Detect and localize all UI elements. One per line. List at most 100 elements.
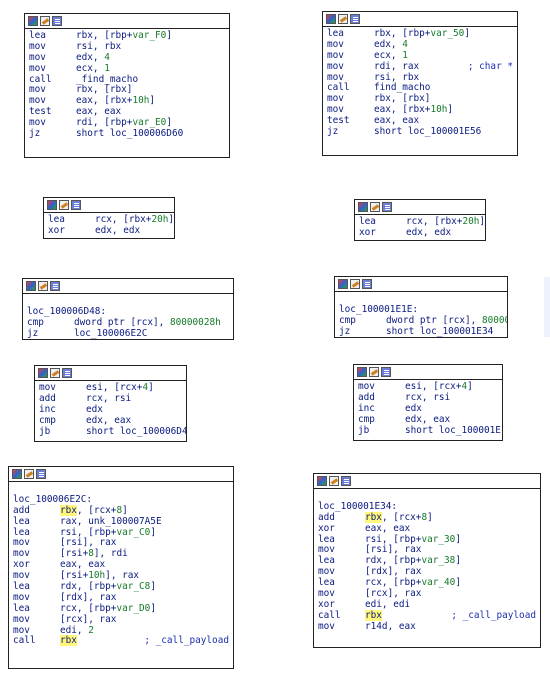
text-view-icon[interactable]	[350, 14, 360, 24]
node-header[interactable]	[314, 474, 540, 489]
code-block-r4[interactable]: mov esi, [rcx+4] add rcx, rsi inc edx cmp edx, …	[353, 364, 503, 441]
instruction-line[interactable]: lea rbx, [rbp+var_F0]	[29, 30, 225, 42]
edit-pen-icon[interactable]	[38, 281, 48, 291]
instruction-line[interactable]: mov [rcx], rax	[13, 614, 229, 626]
highlighted-register[interactable]: rbx	[60, 635, 77, 647]
graph-overview-icon[interactable]	[317, 476, 327, 486]
instruction-line[interactable]: mov eax, [rbx+10h]	[327, 104, 513, 116]
stack-variable[interactable]: var_40	[421, 577, 455, 588]
text-view-icon[interactable]	[362, 279, 372, 289]
code-block-l5[interactable]: loc_100006E2C: add rbx, [rcx+8] lea rax, unk…	[8, 466, 234, 669]
instruction-line[interactable]: jz short loc_100001E56	[327, 126, 513, 138]
instruction-line[interactable]: jb short loc_100006D48	[39, 426, 186, 438]
label-text[interactable]: loc_100001E1E:	[339, 304, 418, 315]
highlighted-register[interactable]: rbx	[365, 609, 382, 621]
edit-pen-icon[interactable]	[369, 367, 379, 377]
instruction-line[interactable]: call rbx; _call_payload	[318, 609, 536, 622]
text-view-icon[interactable]	[62, 368, 72, 378]
instruction-line[interactable]: mov rdi, rax ; char *	[327, 61, 513, 73]
node-header[interactable]	[355, 200, 485, 215]
stack-variable[interactable]: var_38	[421, 555, 455, 566]
instruction-line[interactable]: jz short loc_100001E34	[339, 326, 503, 337]
instruction-line[interactable]: mov [rsi+8], rdi	[13, 548, 229, 560]
stack-variable[interactable]: var_E0	[132, 117, 166, 128]
edit-pen-icon[interactable]	[40, 16, 50, 26]
label-text[interactable]: loc_100006E2C:	[13, 494, 92, 505]
edit-pen-icon[interactable]	[24, 469, 34, 479]
instruction-line[interactable]: add rcx, rsi	[358, 392, 498, 404]
graph-overview-icon[interactable]	[47, 200, 57, 210]
stack-variable[interactable]: var_C0	[116, 527, 150, 538]
instruction-line[interactable]: xor edx, edx	[359, 227, 481, 239]
text-view-icon[interactable]	[341, 476, 351, 486]
highlighted-register[interactable]: rbx	[365, 511, 382, 523]
instruction-line[interactable]: add rbx, [rcx+8]	[318, 511, 536, 524]
instruction-line[interactable]: xor edx, edx	[48, 225, 170, 237]
edit-pen-icon[interactable]	[338, 14, 348, 24]
code-block-l2[interactable]: lea rcx, [rbx+20h] xor edx, edx	[43, 197, 175, 239]
code-block-l3[interactable]: loc_100006D48: cmp dword ptr [rcx], 800000…	[22, 278, 234, 340]
instruction-line[interactable]: lea rcx, [rbp+var_D0]	[13, 603, 229, 615]
operand: ]	[150, 581, 156, 593]
graph-overview-icon[interactable]	[326, 14, 336, 24]
node-header[interactable]	[25, 14, 229, 29]
code-block-r5[interactable]: loc_100001E34: add rbx, [rcx+8] xor eax, eax…	[313, 473, 541, 648]
instruction-line[interactable]: mov edx, 4	[327, 39, 513, 51]
text-view-icon[interactable]	[50, 281, 60, 291]
graph-overview-icon[interactable]	[28, 16, 38, 26]
node-header[interactable]	[44, 198, 174, 213]
code-block-r3[interactable]: loc_100001E1E:cmpdword ptr [rcx], 800000…	[334, 276, 508, 338]
graph-overview-icon[interactable]	[358, 202, 368, 212]
instruction-line[interactable]: lea rdx, [rbp+var_C8]	[13, 581, 229, 593]
stack-variable[interactable]: var_50	[430, 28, 464, 39]
label-text[interactable]: loc_100006D48:	[27, 306, 106, 317]
code-block-l1[interactable]: lea rbx, [rbp+var_F0] mov rsi, rbx mov edx, 4…	[24, 13, 230, 158]
edit-pen-icon[interactable]	[350, 279, 360, 289]
node-header[interactable]	[23, 279, 233, 294]
instruction-line[interactable]: mov r14d, eax	[318, 621, 536, 633]
stack-variable[interactable]: var_30	[421, 534, 455, 545]
node-header[interactable]	[35, 366, 186, 381]
label-text[interactable]: loc_100001E34:	[318, 501, 397, 512]
node-header[interactable]	[323, 12, 517, 27]
graph-overview-icon[interactable]	[338, 279, 348, 289]
text-view-icon[interactable]	[382, 202, 392, 212]
stack-variable[interactable]: var_D0	[116, 603, 150, 614]
stack-variable[interactable]: var_F0	[132, 30, 166, 41]
code-block-r2[interactable]: lea rcx, [rbx+20h] xor edx, edx	[354, 199, 486, 241]
instruction-line[interactable]: mov rsi, rbx	[29, 41, 225, 53]
text-view-icon[interactable]	[36, 469, 46, 479]
instruction-line[interactable]: lea rsi, [rbp+var_C0]	[13, 527, 229, 539]
instruction-line[interactable]: add rcx, rsi	[39, 393, 182, 405]
instruction-line[interactable]: jz short loc_100006D60	[29, 128, 225, 140]
instruction-line[interactable]: lea rdx, [rbp+var_38]	[318, 555, 536, 567]
instruction-line[interactable]: mov edx, 4	[29, 52, 225, 64]
node-header[interactable]	[354, 365, 502, 380]
edit-pen-icon[interactable]	[59, 200, 69, 210]
instruction-line[interactable]: mov eax, [rbx+10h]	[29, 95, 225, 107]
instruction-line[interactable]: lea rsi, [rbp+var_30]	[318, 534, 536, 546]
instruction-line[interactable]: lea rcx, [rbp+var_40]	[318, 577, 536, 589]
graph-overview-icon[interactable]	[12, 469, 22, 479]
node-header[interactable]	[335, 277, 507, 292]
instruction-line[interactable]: jz loc_100006E2C	[27, 328, 229, 339]
graph-overview-icon[interactable]	[357, 367, 367, 377]
node-header[interactable]	[9, 467, 233, 482]
code-block-r1[interactable]: lea rbx, [rbp+var_50] mov edx, 4 mov ecx, 1 mo…	[322, 11, 518, 156]
instruction-line[interactable]: mov [rcx], rax	[318, 588, 536, 600]
text-view-icon[interactable]	[52, 16, 62, 26]
edit-pen-icon[interactable]	[370, 202, 380, 212]
graph-overview-icon[interactable]	[38, 368, 48, 378]
graph-overview-icon[interactable]	[26, 281, 36, 291]
stack-variable[interactable]: var_C8	[116, 581, 150, 592]
edit-pen-icon[interactable]	[50, 368, 60, 378]
text-view-icon[interactable]	[71, 200, 81, 210]
edit-pen-icon[interactable]	[329, 476, 339, 486]
instruction-line[interactable]: call rbx; _call_payload	[13, 635, 229, 647]
instruction-line[interactable]: lea rbx, [rbp+var_50]	[327, 28, 513, 40]
instruction-line[interactable]: jb short loc_100001E1E	[358, 425, 502, 437]
scrollbar-edge[interactable]	[544, 277, 550, 337]
text-view-icon[interactable]	[381, 367, 391, 377]
highlighted-register[interactable]: rbx	[60, 504, 77, 516]
code-block-l4[interactable]: mov esi, [rcx+4] add rcx, rsi inc edx cmp edx, …	[34, 365, 187, 442]
